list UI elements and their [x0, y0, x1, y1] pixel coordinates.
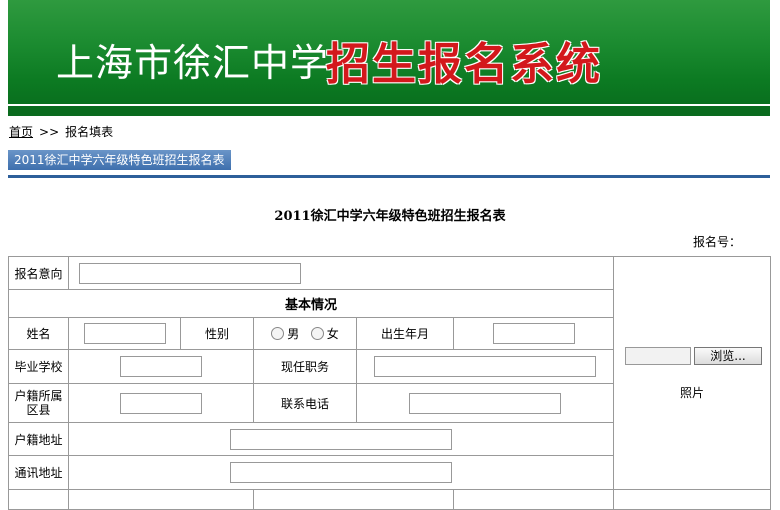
name-label: 姓名: [8, 317, 69, 350]
next-row-cell: [253, 489, 454, 510]
gender-cell: 男 女: [253, 317, 357, 350]
birth-cell: [453, 317, 614, 350]
phone-cell: [356, 383, 614, 423]
photo-label: 照片: [680, 386, 705, 400]
breadcrumb-separator: >>: [39, 125, 60, 139]
form-title: 2011徐汇中学六年级特色班招生报名表: [274, 209, 506, 224]
photo-file-path[interactable]: [625, 347, 691, 365]
tab-registration-form[interactable]: 2011徐汇中学六年级特色班招生报名表: [8, 150, 232, 170]
next-row-cell: [68, 489, 254, 510]
next-row-cell: [453, 489, 614, 510]
birth-input[interactable]: [492, 323, 575, 344]
browse-button[interactable]: 浏览...: [694, 347, 762, 365]
mail-address-input[interactable]: [230, 462, 452, 483]
position-input[interactable]: [374, 356, 596, 377]
hukou-input[interactable]: [120, 392, 202, 414]
radio-male[interactable]: [271, 327, 285, 340]
hukou-label: 户籍所属区县: [8, 383, 69, 423]
registration-form-table: 报名意向 基本情况 姓名 性别 男 女 出生年月 毕业学校 现任职务 户籍所属区…: [8, 256, 771, 510]
name-input[interactable]: [83, 323, 166, 344]
next-row-cell: [613, 489, 771, 510]
mail-address-label: 通讯地址: [8, 455, 69, 490]
hukou-address-cell: [68, 422, 614, 456]
gender-male-option[interactable]: 男: [271, 327, 299, 341]
position-cell: [356, 349, 614, 384]
banner-title: 上海市徐汇中学: [56, 41, 330, 85]
section-basic-info: 基本情况: [8, 289, 614, 318]
phone-input[interactable]: [409, 392, 561, 414]
breadcrumb: 首页 >> 报名填表: [9, 123, 113, 140]
intent-cell: [68, 256, 614, 290]
radio-female[interactable]: [310, 327, 324, 340]
phone-label: 联系电话: [253, 383, 357, 423]
banner-bottom-bar: [8, 106, 770, 116]
birth-label: 出生年月: [356, 317, 454, 350]
position-label: 现任职务: [253, 349, 357, 384]
intent-input[interactable]: [79, 262, 301, 284]
breadcrumb-home-link[interactable]: 首页: [9, 125, 33, 139]
school-label: 毕业学校: [8, 349, 69, 384]
hukou-address-input[interactable]: [230, 428, 452, 450]
photo-cell: [613, 256, 771, 490]
hukou-cell: [68, 383, 254, 423]
school-cell: [68, 349, 254, 384]
next-row-cell: [8, 489, 69, 510]
tab-bar: 2011徐汇中学六年级特色班招生报名表: [8, 150, 770, 178]
breadcrumb-current: 报名填表: [65, 125, 114, 139]
hukou-address-label: 户籍地址: [8, 422, 69, 456]
gender-female-option[interactable]: 女: [310, 327, 339, 341]
gender-label: 性别: [180, 317, 254, 350]
mail-address-cell: [68, 455, 614, 490]
registration-number-label: 报名号：: [693, 235, 742, 249]
intent-label: 报名意向: [8, 256, 69, 290]
header-banner: 上海市徐汇中学 招生报名系统: [8, 0, 770, 116]
name-cell: [68, 317, 181, 350]
photo-upload: 浏览...: [625, 347, 762, 365]
school-input[interactable]: [120, 356, 202, 377]
banner-subtitle: 招生报名系统: [326, 39, 602, 90]
